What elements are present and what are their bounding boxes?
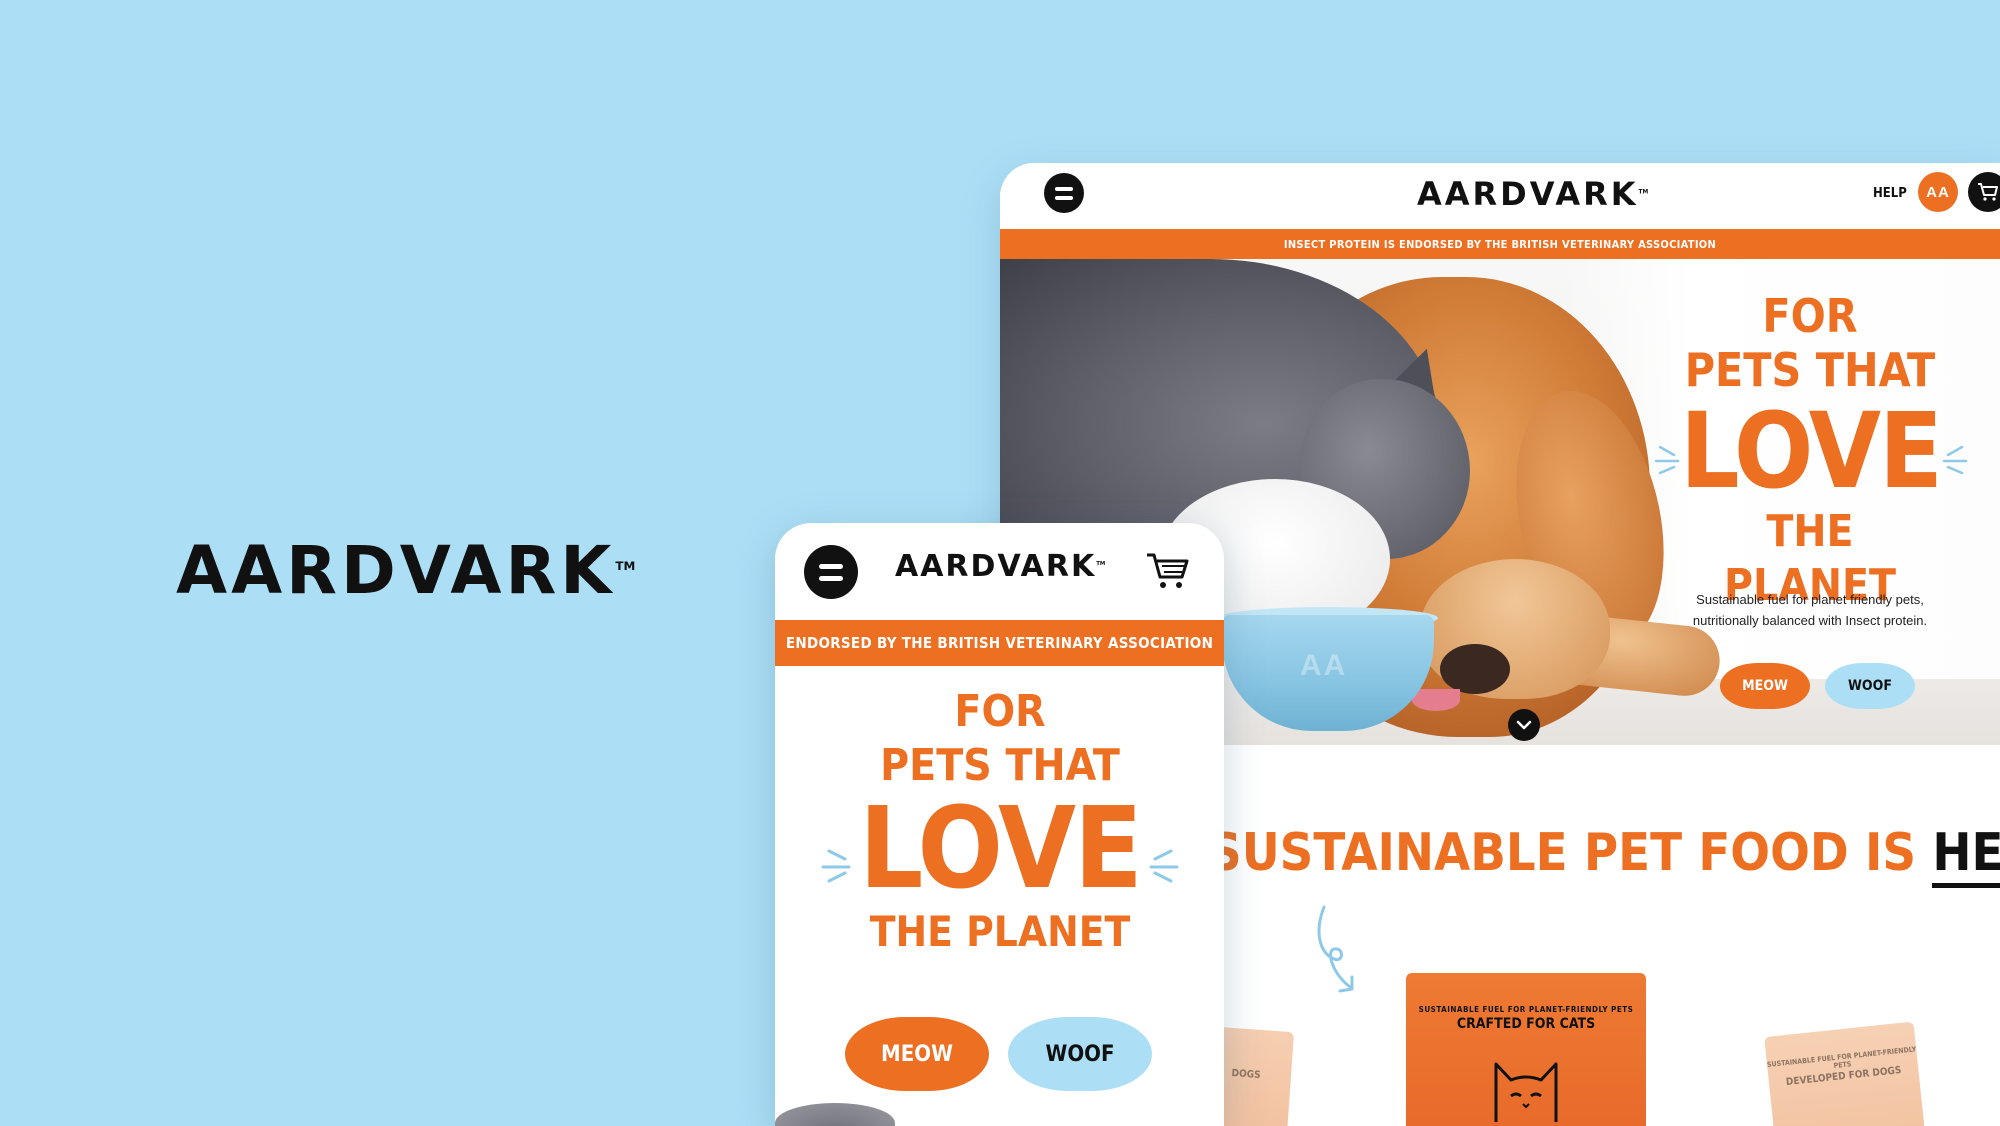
arrow-doodle-icon <box>1317 905 1354 993</box>
doodle-lines-right-icon <box>1149 849 1179 883</box>
product-pouch-dogs[interactable]: SUSTAINABLE FUEL FOR PLANET-FRIENDLY PET… <box>1764 1021 1926 1126</box>
hero-headline: FOR PETS THAT LOVE THE PLANET <box>1680 289 1943 613</box>
hero-headline: FOR PETS THAT LOVE THE PLANET <box>855 685 1145 959</box>
hero-subtitle: Sustainable fuel for planet friendly pet… <box>1660 589 1960 631</box>
pouch-title: CRAFTED FOR CATS <box>1456 1016 1596 1032</box>
desktop-header: AARDVARKTM HELP AA <box>1000 163 2000 229</box>
trademark: TM <box>615 559 636 573</box>
mobile-logo[interactable]: AARDVARKTM <box>895 549 1105 584</box>
desktop-logo[interactable]: AARDVARKTM <box>1417 175 1648 213</box>
menu-icon[interactable] <box>804 545 858 599</box>
trademark: TM <box>1638 189 1649 196</box>
menu-icon[interactable] <box>1044 173 1084 213</box>
cat-image-peek <box>775 1103 895 1126</box>
mobile-mockup: AARDVARKTM ENDORSED BY THE BRITISH VETER… <box>775 523 1224 1126</box>
cat-illustration-icon <box>1494 1062 1558 1122</box>
scroll-down-icon[interactable] <box>1508 709 1540 741</box>
woof-button[interactable]: WOOF <box>1008 1017 1152 1091</box>
dog-tongue <box>1412 689 1460 711</box>
subtitle-line-1: Sustainable fuel for planet friendly pet… <box>1696 592 1924 607</box>
subtitle-line-2: nutritionally balanced with Insect prote… <box>1692 613 1928 628</box>
cart-icon[interactable] <box>1968 172 2000 212</box>
brand-logo: AARDVARKTM <box>176 532 635 609</box>
cart-icon[interactable] <box>1145 551 1191 591</box>
product-pouch-cats[interactable]: SUSTAINABLE FUEL FOR PLANET-FRIENDLY PET… <box>1406 973 1646 1126</box>
headline-line-1: FOR <box>954 686 1046 737</box>
section-title-emphasis: HERE <box>1932 823 2000 888</box>
logo-text: AARDVARK <box>895 549 1097 584</box>
endorsement-banner: ENDORSED BY THE BRITISH VETERINARY ASSOC… <box>775 620 1224 666</box>
doodle-lines-right-icon <box>1942 445 1968 475</box>
bowl-logo: AA <box>1300 649 1348 682</box>
pouch-subtitle: SUSTAINABLE FUEL FOR PLANET-FRIENDLY PET… <box>1418 1005 1634 1014</box>
help-link[interactable]: HELP <box>1873 186 1907 201</box>
trademark: TM <box>1096 561 1106 567</box>
headline-line-4: THE PLANET <box>869 907 1131 956</box>
headline-line-2: PETS THAT <box>1684 343 1936 397</box>
headline-love: LOVE <box>1680 390 1943 512</box>
section-title-text: SUSTAINABLE PET FOOD IS <box>1208 823 1917 883</box>
section-title: SUSTAINABLE PET FOOD IS HERE <box>1208 823 2000 888</box>
brand-logo-text: AARDVARK <box>176 532 616 609</box>
doodle-lines-left-icon <box>821 849 851 883</box>
doodle-lines-left-icon <box>1654 445 1680 475</box>
headline-love: LOVE <box>859 784 1143 914</box>
endorsement-banner: INSECT PROTEIN IS ENDORSED BY THE BRITIS… <box>1000 229 2000 259</box>
dog-nose <box>1440 644 1510 694</box>
account-button[interactable]: AA <box>1918 172 1958 212</box>
logo-text: AARDVARK <box>1417 175 1639 213</box>
meow-button[interactable]: MEOW <box>1720 663 1810 709</box>
headline-line-1: FOR <box>1762 289 1858 343</box>
woof-button[interactable]: WOOF <box>1825 663 1915 709</box>
meow-button[interactable]: MEOW <box>845 1017 989 1091</box>
